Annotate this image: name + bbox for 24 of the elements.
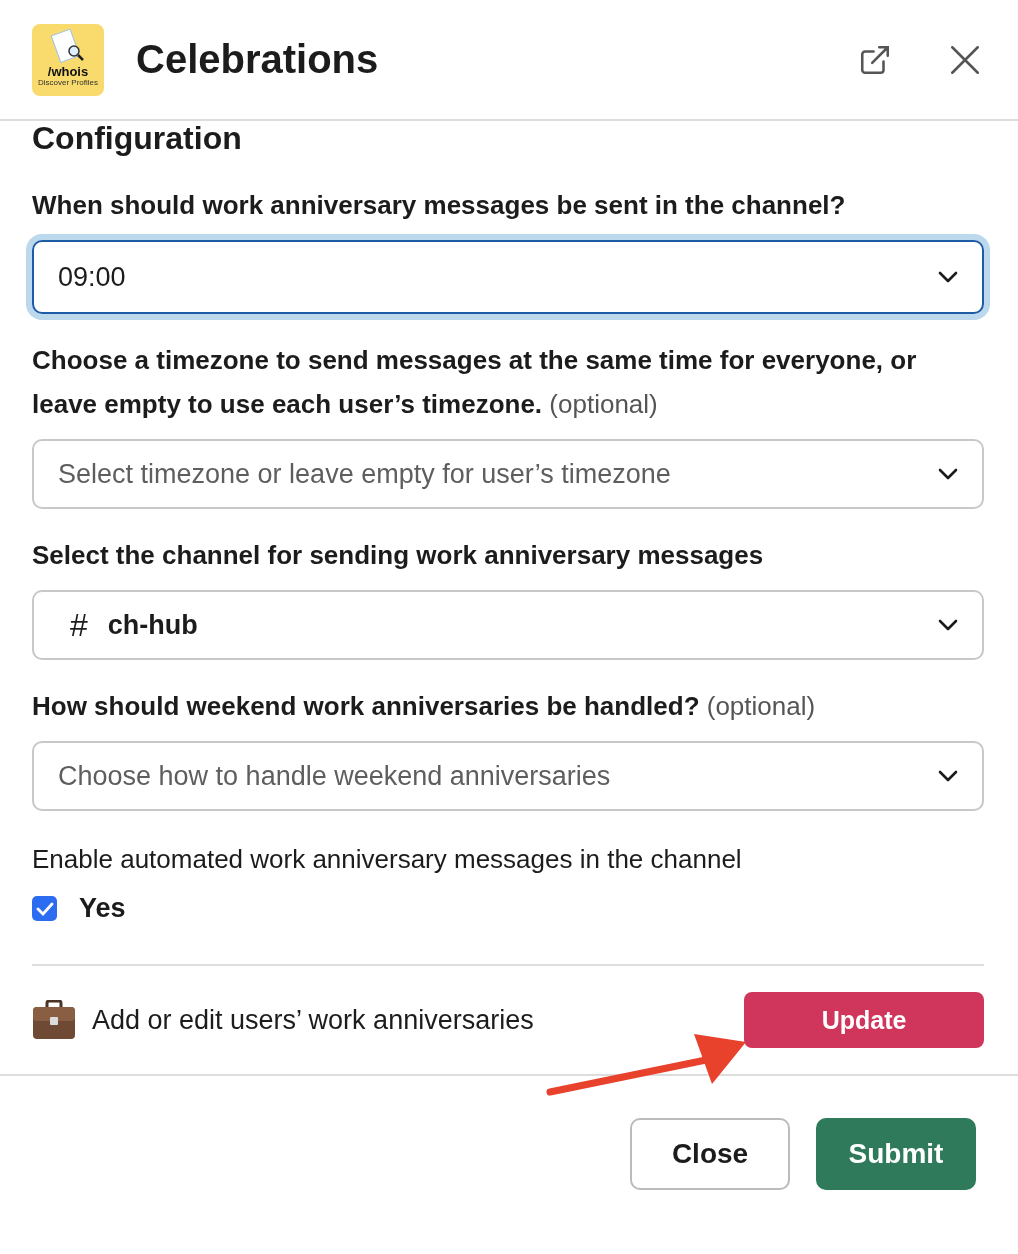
field-label: Choose a timezone to send messages at the same time for everyone, or leave empty to use each user’s timezone. (optional)	[32, 344, 918, 421]
logo-subtitle: Discover Profiles	[38, 77, 98, 88]
chevron-down-icon	[938, 770, 958, 782]
checkbox-label[interactable]: Yes	[79, 893, 126, 924]
update-button[interactable]: Update	[744, 992, 984, 1048]
chevron-down-icon	[938, 468, 958, 480]
select-field[interactable]: Select timezone or leave empty for user’s timezone	[32, 439, 984, 509]
field-label: When should work anniversary messages be sent in the channel?	[32, 189, 847, 222]
field-label: How should weekend work anniversaries be handled? (optional)	[32, 690, 817, 723]
logo-title: /whois	[47, 64, 89, 78]
section-title: Configuration	[32, 121, 243, 158]
checkbox[interactable]	[32, 896, 57, 921]
note-icon	[50, 28, 86, 65]
close-button[interactable]: Close	[630, 1118, 790, 1190]
field-label: Select the channel for sending work anniversary messages	[32, 539, 765, 572]
chevron-down-icon	[938, 271, 958, 283]
submit-button[interactable]: Submit	[816, 1118, 976, 1190]
action-text: Add or edit users’ work anniversaries	[92, 1004, 535, 1036]
field-label: Enable automated work anniversary messages in the channel	[32, 843, 743, 876]
select-field[interactable]: Choose how to handle weekend anniversaries	[32, 741, 984, 811]
modal-title: Celebrations	[136, 37, 380, 82]
chevron-down-icon	[938, 619, 958, 631]
briefcase-icon	[32, 1000, 76, 1040]
select-field[interactable]: # ch-hub	[32, 590, 984, 660]
